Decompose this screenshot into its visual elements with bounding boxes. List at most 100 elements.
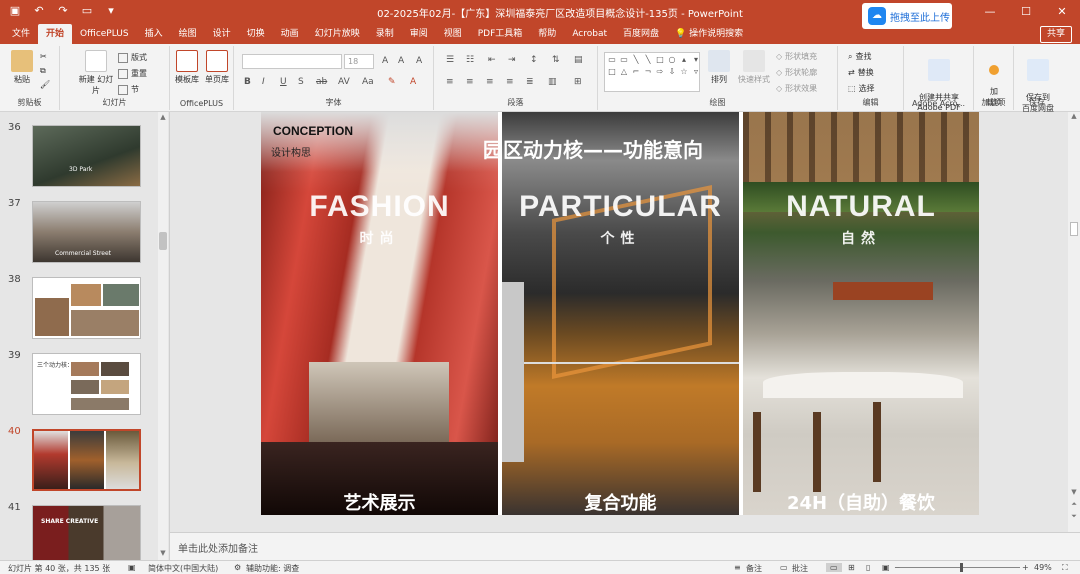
distributed-icon[interactable]: ≣ [526, 77, 534, 87]
shrink-font-icon[interactable]: A [398, 56, 404, 66]
zoom-level[interactable]: 49% [1034, 563, 1052, 572]
font-size-box[interactable]: 18 [344, 54, 374, 69]
tab-insert[interactable]: 插入 [137, 24, 171, 44]
align-right-icon[interactable]: ≡ [486, 77, 494, 87]
slide-thumbnail[interactable]: 3D Park [32, 125, 141, 187]
bold-icon[interactable]: B [244, 77, 251, 87]
scroll-down-icon[interactable]: ▼ [1068, 488, 1080, 496]
slide-thumbnail[interactable]: SHARE CREATIVE [32, 505, 141, 567]
layout-button[interactable]: 版式 [118, 52, 147, 63]
shape-more-icon[interactable]: ▴ [678, 54, 690, 66]
tab-file[interactable]: 文件 [4, 24, 38, 44]
increase-indent-icon[interactable]: ⇥ [508, 55, 516, 65]
shape-rect-icon[interactable]: ▭ [606, 54, 618, 66]
tab-pdf-tools[interactable]: PDF工具箱 [470, 24, 531, 44]
align-left-icon[interactable]: ≡ [446, 77, 454, 87]
tab-record[interactable]: 录制 [368, 24, 402, 44]
minimize-icon[interactable]: — [972, 0, 1008, 24]
grow-font-icon[interactable]: A [382, 56, 388, 66]
numbering-icon[interactable]: ☷ [466, 55, 474, 65]
zoom-in-icon[interactable]: + [1022, 563, 1029, 572]
redo-icon[interactable]: ↷ [56, 4, 70, 18]
font-name-box[interactable] [242, 54, 342, 69]
tab-officeplus[interactable]: OfficePLUS [72, 24, 137, 44]
new-slide-button[interactable]: 新建 幻灯片 [78, 50, 114, 96]
tab-design[interactable]: 设计 [205, 24, 239, 44]
shape-rect2-icon[interactable]: ▭ [618, 54, 630, 66]
paste-button[interactable]: 粘贴 [4, 50, 40, 85]
reset-button[interactable]: 重置 [118, 68, 147, 79]
shape-conn-icon[interactable]: ⌐ [630, 66, 642, 78]
scroll-up-icon[interactable]: ▲ [158, 112, 168, 122]
language-indicator[interactable]: 简体中文(中国大陆) [148, 563, 218, 574]
scrollbar-thumb[interactable] [1070, 222, 1078, 236]
search-box[interactable]: 💡 操作说明搜索 [667, 24, 751, 44]
maximize-icon[interactable]: ☐ [1008, 0, 1044, 24]
comments-toggle[interactable]: 批注 [792, 563, 808, 574]
undo-icon[interactable]: ↶ [32, 4, 46, 18]
upload-button[interactable]: ☁ 拖拽至此上传 [862, 3, 952, 29]
tab-baidu[interactable]: 百度网盘 [615, 24, 667, 44]
select-button[interactable]: ⬚ 选择 [848, 83, 875, 94]
format-painter-icon[interactable]: 🖌 [40, 80, 50, 89]
font-color-icon[interactable]: A [410, 77, 416, 87]
template-library-button[interactable]: 模板库 [172, 50, 202, 85]
columns-icon[interactable]: ▥ [548, 77, 557, 87]
tab-transitions[interactable]: 切换 [239, 24, 273, 44]
highlight-icon[interactable]: ✎ [388, 77, 396, 87]
underline-icon[interactable]: U [280, 77, 287, 87]
shape-arrow2-icon[interactable]: ⇩ [666, 66, 678, 78]
scroll-down-icon[interactable]: ▼ [158, 548, 168, 558]
share-button[interactable]: 共享 [1039, 26, 1072, 43]
line-spacing-icon[interactable]: ↕ [530, 55, 538, 65]
shape-expand-icon[interactable]: ▿ [690, 66, 702, 78]
save-icon[interactable]: ▣ [8, 4, 22, 18]
slideshow-icon[interactable]: ▣ [882, 563, 890, 572]
scroll-up-icon[interactable]: ▲ [1068, 112, 1080, 120]
editor-scrollbar[interactable]: ▲ ▼ ⏶ ⏷ [1068, 112, 1080, 532]
thumbnail-scrollbar[interactable]: ▲ ▼ [158, 112, 168, 560]
shape-line2-icon[interactable]: ╲ [642, 54, 654, 66]
shape-more2-icon[interactable]: ▾ [690, 54, 702, 66]
align-center-icon[interactable]: ≡ [466, 77, 474, 87]
quick-style-button[interactable]: 快速样式 [736, 50, 772, 85]
shape-star-icon[interactable]: ☆ [678, 66, 690, 78]
more-icon[interactable]: ▾ [104, 4, 118, 18]
prev-slide-icon[interactable]: ⏶ [1068, 500, 1080, 509]
slide-thumbnail-active[interactable] [32, 429, 141, 491]
shape-rect3-icon[interactable]: □ [606, 66, 618, 78]
normal-view-icon[interactable]: ▭ [826, 563, 842, 572]
smartart-icon[interactable]: ⊞ [574, 77, 582, 87]
notes-pane[interactable]: 单击此处添加备注 [170, 532, 1080, 560]
shape-conn2-icon[interactable]: ¬ [642, 66, 654, 78]
tab-view[interactable]: 视图 [436, 24, 470, 44]
zoom-slider-thumb[interactable] [960, 563, 963, 572]
current-slide[interactable]: FASHION 时尚 艺术展示 PARTICULAR 个性 复合功能 NATUR… [261, 112, 979, 515]
replace-button[interactable]: ⇄ 替换 [848, 67, 874, 78]
reading-view-icon[interactable]: ▯ [866, 563, 870, 572]
cut-icon[interactable]: ✂ [40, 52, 47, 61]
tab-animations[interactable]: 动画 [273, 24, 307, 44]
shadow-icon[interactable]: S [298, 77, 304, 87]
single-page-library-button[interactable]: 单页库 [202, 50, 232, 85]
close-icon[interactable]: ✕ [1044, 0, 1080, 24]
italic-icon[interactable]: I [262, 77, 265, 87]
fit-slide-icon[interactable]: ⛶ [1062, 563, 1068, 573]
spellcheck-icon[interactable]: ▣ [128, 563, 136, 572]
slide-thumbnail[interactable] [32, 277, 141, 339]
strikethrough-icon[interactable]: ab [316, 77, 327, 87]
present-icon[interactable]: ▭ [80, 4, 94, 18]
tab-draw[interactable]: 绘图 [171, 24, 205, 44]
copy-icon[interactable]: ⧉ [40, 66, 46, 76]
clear-format-icon[interactable]: A [416, 56, 422, 66]
justify-icon[interactable]: ≡ [506, 77, 514, 87]
slide-thumbnail[interactable]: 三个动力核： [32, 353, 141, 415]
shape-fill-button[interactable]: ◇ 形状填充 [776, 51, 817, 62]
case-icon[interactable]: Aa [362, 77, 374, 87]
shape-oval-icon[interactable]: ○ [666, 54, 678, 66]
slide-thumbnail[interactable]: Commercial Street [32, 201, 141, 263]
spacing-icon[interactable]: AV [338, 77, 350, 87]
tab-home[interactable]: 开始 [38, 24, 73, 44]
arrange-button[interactable]: 排列 [704, 50, 734, 85]
shapes-gallery[interactable]: ▭ ▭ ╲ ╲ □ ○ ▴ ▾ □ △ ⌐ ¬ ⇨ ⇩ ☆ ▿ [604, 52, 700, 92]
